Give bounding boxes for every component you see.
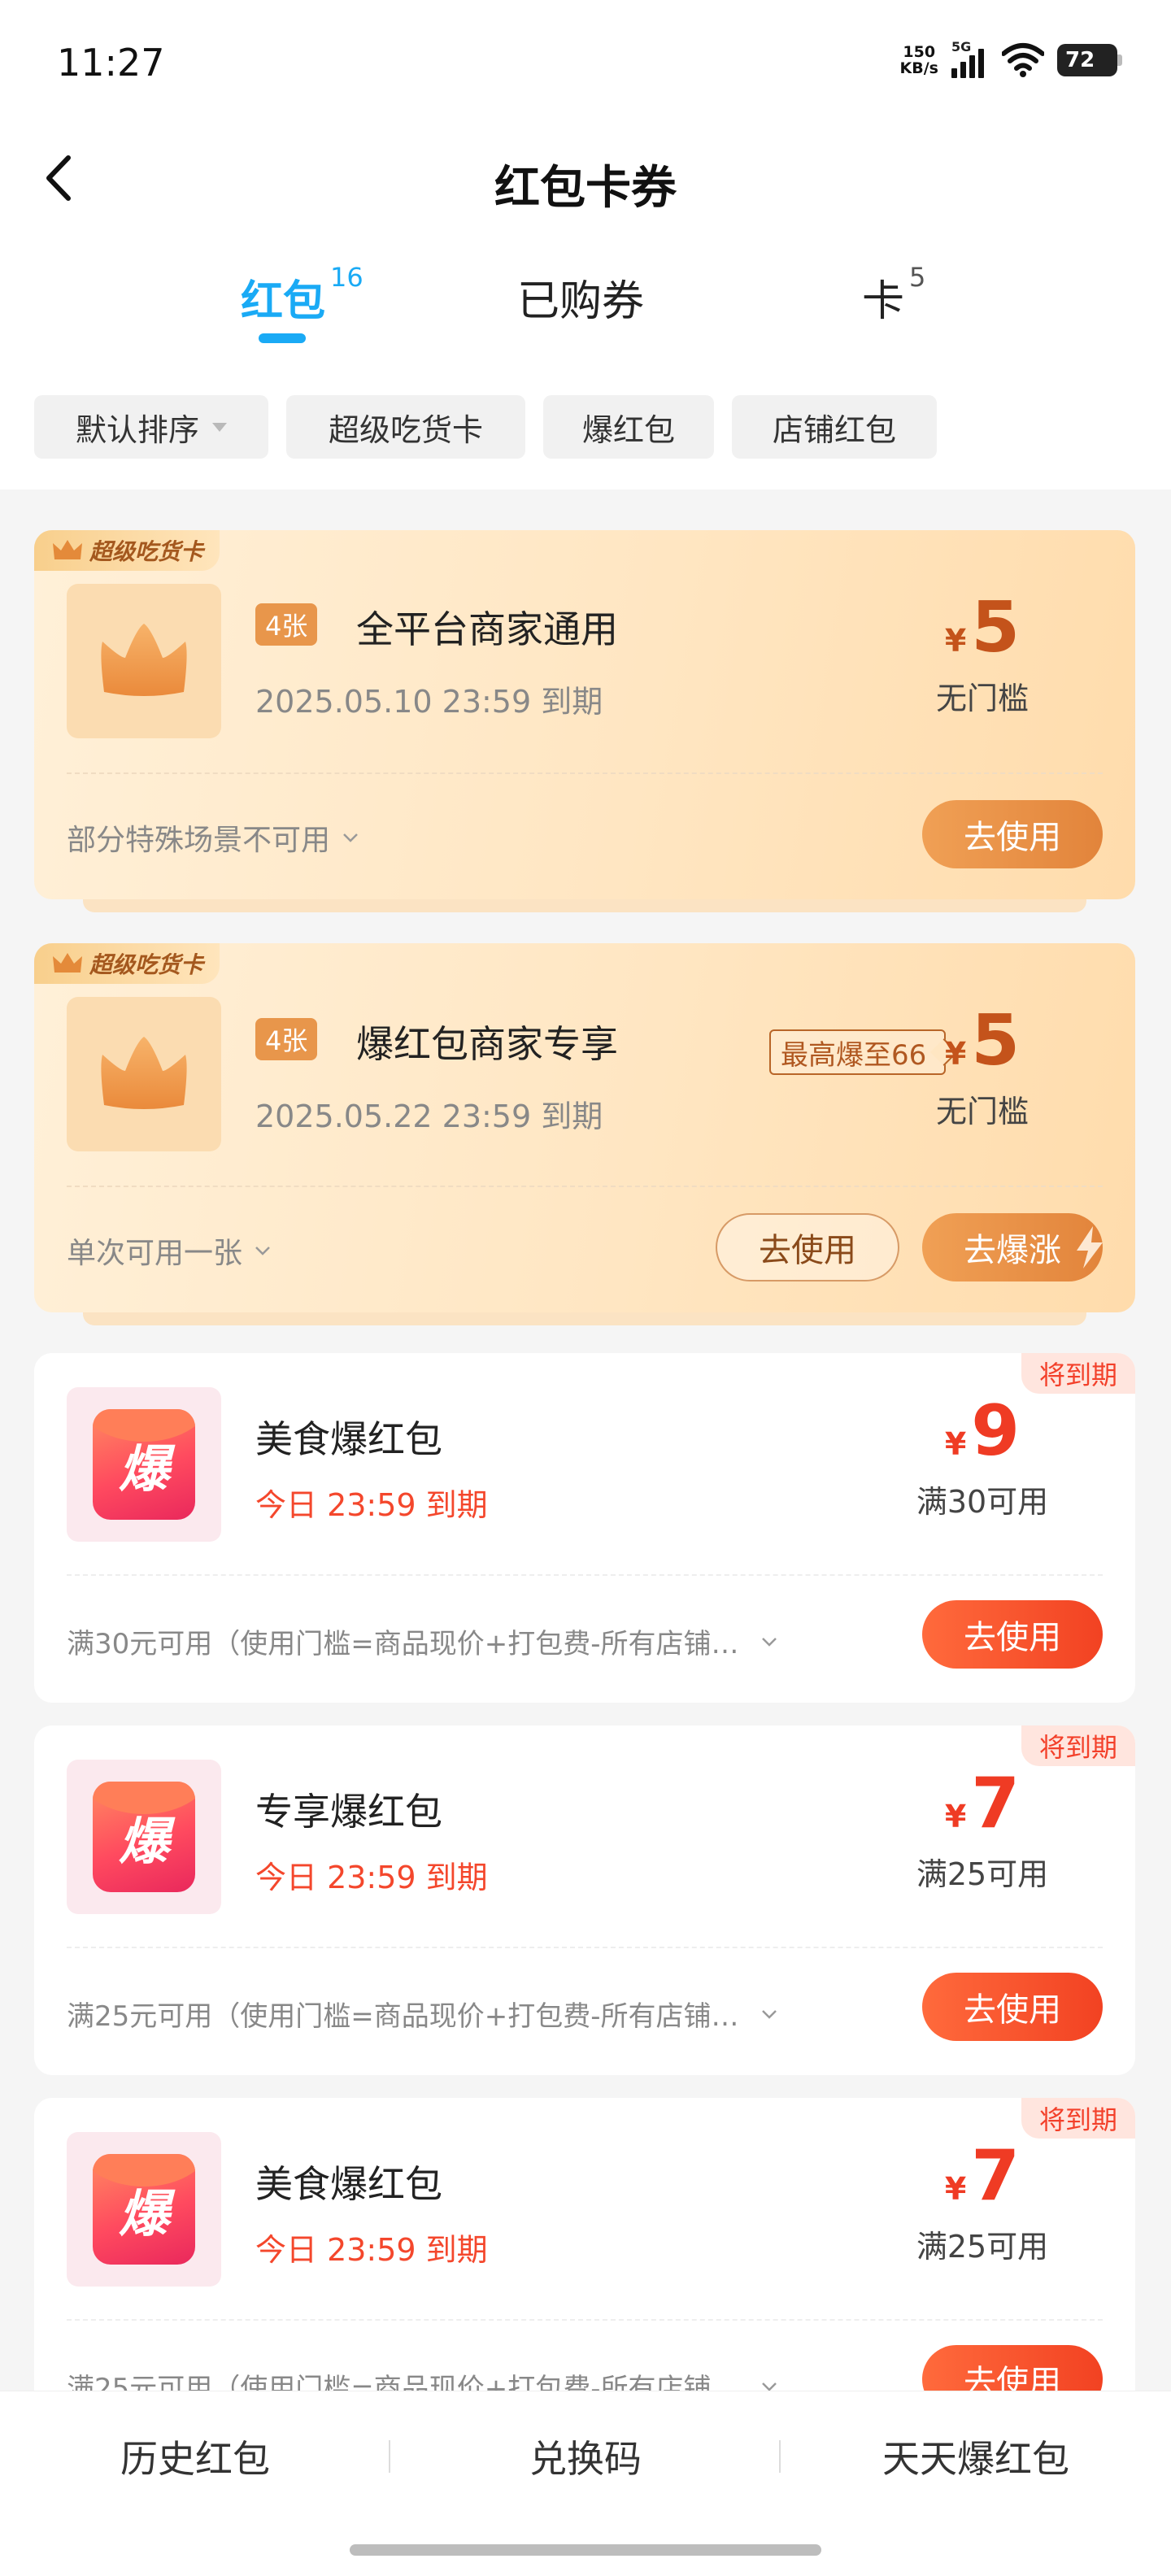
- coupon-expiry: 2025.05.10 23:59 到期: [255, 684, 603, 720]
- coupon-name: 爆红包商家专享: [356, 1022, 618, 1066]
- tab-purchased-coupons[interactable]: 已购券: [517, 267, 644, 328]
- tab-hongbao[interactable]: 红包 16: [241, 262, 363, 328]
- coupon-condition: 满25可用: [916, 2229, 1049, 2265]
- dropdown-caret-icon: [212, 422, 227, 432]
- wifi-icon: [1002, 43, 1044, 77]
- tab-indicator: [259, 333, 306, 343]
- coupon-name: 美食爆红包: [255, 2162, 442, 2206]
- count-badge: 4张: [255, 1018, 318, 1060]
- expiring-badge: 将到期: [1021, 1353, 1135, 1394]
- coupon-amount: ¥9: [944, 1390, 1021, 1472]
- redeem-code-button[interactable]: 兑换码: [390, 2391, 781, 2522]
- coupon-card[interactable]: 将到期 爆 美食爆红包 今日 23:59 到期 ¥9 满30可用 满30元可用（…: [34, 1353, 1135, 1703]
- coupon-expiry: 2025.05.22 23:59 到期: [255, 1099, 603, 1134]
- coupon-condition: 满25可用: [916, 1856, 1049, 1892]
- burst-hongbao-icon: 爆: [67, 1387, 221, 1542]
- status-bar: 11:27 150 KB/s 5G 72: [0, 0, 1171, 122]
- coupon-amount: ¥7: [944, 2135, 1021, 2217]
- page-title: 红包卡券: [494, 162, 677, 215]
- coupon-condition: 无门槛: [935, 1094, 1029, 1129]
- crown-icon: [53, 953, 82, 973]
- use-button[interactable]: 去使用: [716, 1213, 899, 1281]
- filter-store-hongbao[interactable]: 店铺红包: [732, 395, 937, 459]
- battery-icon: 72: [1057, 44, 1122, 76]
- net-speed: 150 KB/s: [899, 43, 938, 77]
- coupon-expiry: 今日 23:59 到期: [255, 2232, 488, 2268]
- coupon-icon: [67, 997, 221, 1151]
- coupon-amount: ¥5: [944, 587, 1021, 668]
- filter-super-foodie-card[interactable]: 超级吃货卡: [286, 395, 525, 459]
- coupon-amount: ¥7: [944, 1763, 1021, 1844]
- coupon-card[interactable]: 将到期 爆 专享爆红包 今日 23:59 到期 ¥7 满25可用 满25元可用（…: [34, 1725, 1135, 2075]
- burst-hongbao-icon: 爆: [67, 2132, 221, 2287]
- coupon-card[interactable]: 超级吃货卡 4张 全平台商家通用 2025.05.10 23:59 到期 ¥5 …: [34, 530, 1135, 912]
- crown-icon: [53, 540, 82, 559]
- coupon-icon: [67, 584, 221, 738]
- lightning-icon: [1077, 1226, 1103, 1268]
- chevron-down-icon: [255, 1247, 270, 1255]
- bottom-bar: 历史红包 兑换码 天天爆红包: [0, 2391, 1171, 2576]
- chevron-down-icon: [343, 833, 358, 842]
- tab-cards[interactable]: 卡5: [862, 262, 925, 328]
- crown-icon: [101, 624, 187, 696]
- daily-burst-hongbao-button[interactable]: 天天爆红包: [781, 2391, 1171, 2522]
- chevron-down-icon: [761, 1637, 777, 1647]
- coupon-condition: 满30可用: [916, 1484, 1049, 1520]
- boost-button[interactable]: 去爆涨: [922, 1213, 1103, 1281]
- coupon-note[interactable]: 单次可用一张: [67, 1229, 272, 1272]
- coupon-condition: 无门槛: [935, 681, 1029, 716]
- coupon-name: 美食爆红包: [255, 1417, 442, 1461]
- history-hongbao-button[interactable]: 历史红包: [0, 2391, 390, 2522]
- burst-hongbao-icon: 爆: [67, 1760, 221, 1914]
- filter-default-sort[interactable]: 默认排序: [34, 395, 268, 459]
- coupon-name: 全平台商家通用: [356, 607, 618, 651]
- count-badge: 4张: [255, 603, 318, 646]
- expiring-badge: 将到期: [1021, 1725, 1135, 1766]
- super-foodie-tag: 超级吃货卡: [34, 530, 220, 571]
- coupon-note[interactable]: 满25元可用（使用门槛=商品现价+打包费-所有店铺…: [67, 1994, 778, 2034]
- home-indicator[interactable]: [350, 2544, 821, 2556]
- filter-burst-hongbao[interactable]: 爆红包: [543, 395, 714, 459]
- status-time: 11:27: [57, 41, 165, 85]
- coupon-expiry: 今日 23:59 到期: [255, 1860, 488, 1895]
- coupon-amount: ¥5: [944, 1000, 1021, 1081]
- use-button[interactable]: 去使用: [922, 800, 1103, 868]
- coupon-card[interactable]: 超级吃货卡 4张 爆红包商家专享 最高爆至66 2025.05.22 23:59…: [34, 943, 1135, 1325]
- cellular-signal-icon: 5G: [951, 39, 989, 78]
- chevron-down-icon: [761, 2009, 777, 2019]
- use-button[interactable]: 去使用: [922, 1973, 1103, 2041]
- use-button[interactable]: 去使用: [922, 1600, 1103, 1669]
- coupon-note[interactable]: 部分特殊场景不可用: [67, 816, 359, 859]
- super-foodie-tag: 超级吃货卡: [34, 943, 220, 984]
- coupon-name: 专享爆红包: [255, 1790, 442, 1834]
- crown-icon: [101, 1037, 187, 1109]
- coupon-expiry: 今日 23:59 到期: [255, 1487, 488, 1523]
- coupon-note[interactable]: 满30元可用（使用门槛=商品现价+打包费-所有店铺…: [67, 1621, 778, 1661]
- status-icons: 150 KB/s 5G 72: [899, 39, 1122, 78]
- expiring-badge: 将到期: [1021, 2098, 1135, 2139]
